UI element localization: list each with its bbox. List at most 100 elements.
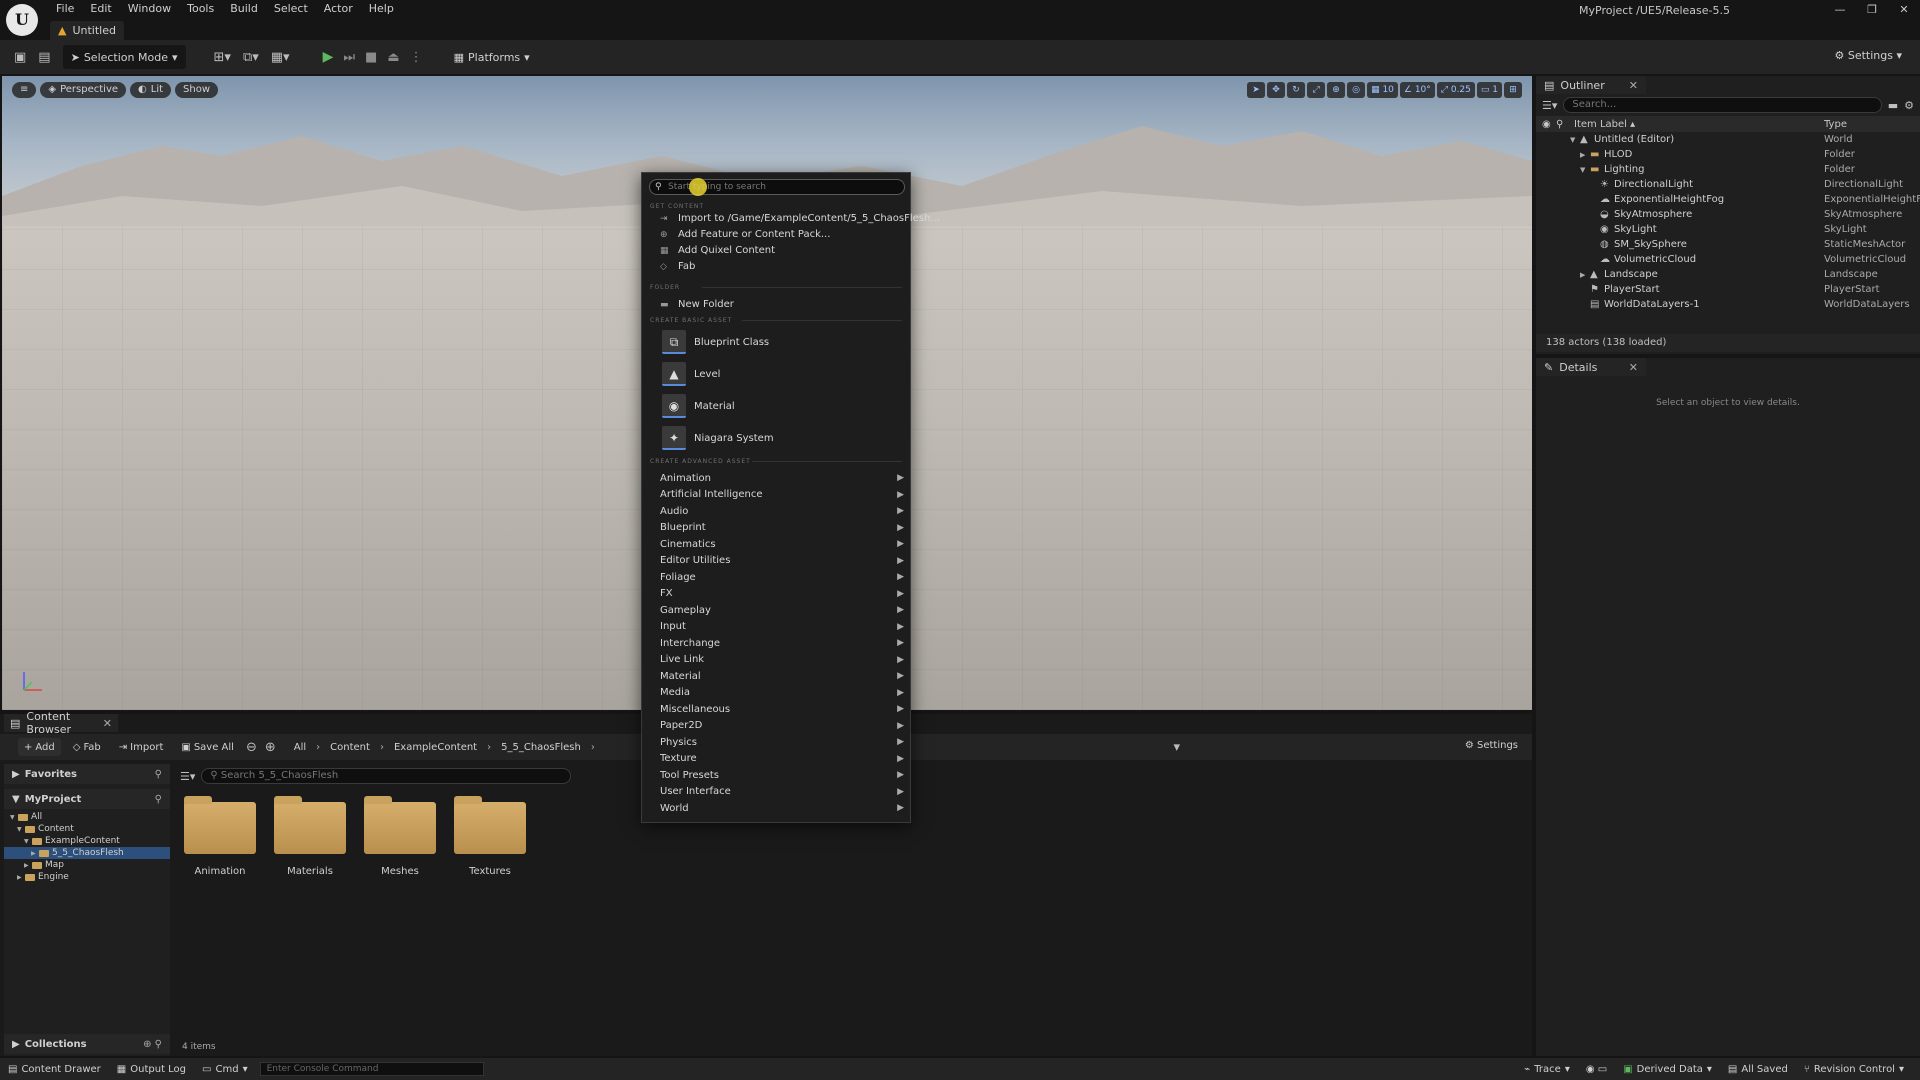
outliner-row[interactable]: ◉ SkyLight SkyLight xyxy=(1536,222,1920,237)
outliner-row[interactable]: ☀ DirectionalLight DirectionalLight xyxy=(1536,177,1920,192)
blueprint-icon[interactable]: ⧉▾ xyxy=(237,50,265,65)
save-icon[interactable]: ▣ xyxy=(8,50,32,65)
advanced-asset-category[interactable]: Editor Utilities ▶ xyxy=(660,553,904,569)
breadcrumb-item[interactable]: Content xyxy=(330,742,370,753)
translate-tool-icon[interactable]: ✥ xyxy=(1267,82,1286,98)
advanced-asset-category[interactable]: Cinematics ▶ xyxy=(660,536,904,552)
chevron-right-icon[interactable]: › xyxy=(316,742,320,753)
filter-icon[interactable]: ☰▾ xyxy=(180,770,195,783)
chevron-down-icon[interactable]: ▼ xyxy=(24,838,32,845)
chevron-right-icon[interactable]: ▶ xyxy=(24,862,32,869)
advanced-asset-category[interactable]: Miscellaneous ▶ xyxy=(660,701,904,717)
chevron-right-icon[interactable]: › xyxy=(487,742,491,753)
outliner-row[interactable]: ☁ ExponentialHeightFog ExponentialHeightFo… xyxy=(1536,192,1920,207)
history-forward-icon[interactable]: ⊕ xyxy=(263,740,278,755)
content-browser-settings-button[interactable]: ⚙ Settings xyxy=(1465,740,1518,751)
project-header[interactable]: ▼ MyProject ⚲ xyxy=(4,789,170,809)
advanced-asset-category[interactable]: Audio ▶ xyxy=(660,503,904,519)
filter-icon[interactable]: ☰▾ xyxy=(1542,99,1557,112)
chevron-down-icon[interactable]: ▼ xyxy=(1570,136,1580,144)
selection-mode-button[interactable]: ➤ Selection Mode ▾ xyxy=(62,45,186,69)
breadcrumb-item[interactable]: 5_5_ChaosFlesh xyxy=(501,742,581,753)
favorites-header[interactable]: ▶ Favorites ⚲ xyxy=(4,764,170,784)
rotation-snap-button[interactable]: ∠ 10° xyxy=(1399,82,1435,98)
menu-item-file[interactable]: File xyxy=(48,0,82,18)
advanced-asset-category[interactable]: Physics ▶ xyxy=(660,734,904,750)
get-content-item[interactable]: ▦ Add Quixel Content xyxy=(660,245,775,256)
close-icon[interactable]: ✕ xyxy=(103,717,112,730)
asset-search-input[interactable]: ⚲ Search 5_5_ChaosFlesh xyxy=(201,768,572,784)
folder-tile[interactable]: Textures xyxy=(452,796,528,877)
import-button[interactable]: ⇥ Import xyxy=(113,738,170,756)
basic-asset-item[interactable]: ▲ Level xyxy=(662,360,720,388)
content-browser-tab[interactable]: ▤ Content Browser ✕ xyxy=(4,710,118,736)
surface-snap-icon[interactable]: ◎ xyxy=(1347,82,1366,98)
step-icon[interactable]: ⏭ xyxy=(338,50,360,65)
tree-folder[interactable]: ▼ ExampleContent xyxy=(4,835,170,847)
maximize-viewport-icon[interactable]: ⊞ xyxy=(1504,82,1522,98)
details-tab[interactable]: ✎ Details ✕ xyxy=(1536,358,1646,376)
unreal-logo-icon[interactable]: U xyxy=(6,4,38,36)
outliner-row[interactable]: ⚑ PlayerStart PlayerStart xyxy=(1536,282,1920,297)
advanced-asset-category[interactable]: Input ▶ xyxy=(660,619,904,635)
all-saved-button[interactable]: ▤ All Saved xyxy=(1720,1064,1796,1075)
collections-header[interactable]: ▶ Collections ⊕ ⚲ xyxy=(4,1034,170,1054)
advanced-asset-category[interactable]: Texture ▶ xyxy=(660,751,904,767)
advanced-asset-category[interactable]: Gameplay ▶ xyxy=(660,602,904,618)
folder-tile[interactable]: Materials xyxy=(272,796,348,877)
lit-button[interactable]: ◐ Lit xyxy=(130,82,172,98)
chevron-down-icon[interactable]: ▾ xyxy=(1167,740,1186,755)
folder-tile[interactable]: Meshes xyxy=(362,796,438,877)
chevron-right-icon[interactable]: ▶ xyxy=(1580,271,1590,279)
console-input[interactable]: Enter Console Command xyxy=(259,1062,484,1076)
close-icon[interactable]: ✕ xyxy=(1629,361,1638,374)
menu-item-help[interactable]: Help xyxy=(361,0,402,18)
menu-item-edit[interactable]: Edit xyxy=(82,0,119,18)
fab-button[interactable]: ◇ Fab xyxy=(67,738,107,756)
content-drawer-button[interactable]: ▤ Content Drawer xyxy=(0,1064,109,1075)
more-icon[interactable]: ⋮ xyxy=(405,50,428,65)
advanced-asset-category[interactable]: Interchange ▶ xyxy=(660,635,904,651)
add-folder-icon[interactable]: ▬ xyxy=(1888,99,1898,112)
get-content-item[interactable]: ⊕ Add Feature or Content Pack... xyxy=(660,229,830,240)
search-icon[interactable]: ⚲ xyxy=(155,769,162,780)
basic-asset-item[interactable]: ⧉ Blueprint Class xyxy=(662,328,769,356)
search-icon[interactable]: ⚲ xyxy=(155,794,162,805)
advanced-asset-category[interactable]: Live Link ▶ xyxy=(660,652,904,668)
outliner-row[interactable]: ▶ ▬ HLOD Folder xyxy=(1536,147,1920,162)
play-icon[interactable]: ▶ xyxy=(318,49,339,65)
show-button[interactable]: Show xyxy=(175,82,219,98)
revision-control-button[interactable]: ⑂ Revision Control ▾ xyxy=(1796,1064,1912,1075)
column-item-label[interactable]: Item Label ▴ xyxy=(1570,119,1824,130)
camera-speed-button[interactable]: ▭ 1 xyxy=(1476,82,1502,98)
eject-icon[interactable]: ⏏ xyxy=(382,50,404,65)
chevron-down-icon[interactable]: ▼ xyxy=(1580,166,1590,174)
folder-tile[interactable]: Animation xyxy=(182,796,258,877)
advanced-asset-category[interactable]: Media ▶ xyxy=(660,685,904,701)
platforms-button[interactable]: ▦ Platforms ▾ xyxy=(446,45,538,69)
advanced-asset-category[interactable]: Artificial Intelligence ▶ xyxy=(660,487,904,503)
scale-tool-icon[interactable]: ⤢ xyxy=(1307,82,1326,98)
breadcrumb-item[interactable]: All xyxy=(294,742,306,753)
outliner-row[interactable]: ▼ ▬ Lighting Folder xyxy=(1536,162,1920,177)
tree-folder[interactable]: ▶ Map xyxy=(4,859,170,871)
menu-item-actor[interactable]: Actor xyxy=(316,0,361,18)
perspective-button[interactable]: ◈ Perspective xyxy=(40,82,127,98)
advanced-asset-category[interactable]: Animation ▶ xyxy=(660,470,904,486)
derived-data-button[interactable]: ▣ Derived Data ▾ xyxy=(1615,1064,1720,1075)
breadcrumb-item[interactable]: ExampleContent xyxy=(394,742,477,753)
get-content-item[interactable]: ◇ Fab xyxy=(660,261,695,272)
add-actor-icon[interactable]: ⊞▾ xyxy=(208,50,237,65)
basic-asset-item[interactable]: ✦ Niagara System xyxy=(662,424,774,452)
outliner-row[interactable]: ◍ SM_SkySphere StaticMeshActor xyxy=(1536,237,1920,252)
viewport-menu-button[interactable]: ≡ xyxy=(12,82,37,98)
outliner-row[interactable]: ▼ ▲ Untitled (Editor) World xyxy=(1536,132,1920,147)
restore-icon[interactable]: ❐ xyxy=(1856,0,1888,20)
add-collection-icon[interactable]: ⊕ ⚲ xyxy=(143,1039,162,1050)
record-icon[interactable]: ◉ ▭ xyxy=(1578,1064,1615,1075)
save-all-button[interactable]: ▣ Save All xyxy=(175,738,240,756)
outliner-row[interactable]: ◒ SkyAtmosphere SkyAtmosphere xyxy=(1536,207,1920,222)
new-folder-item[interactable]: ▬ New Folder xyxy=(660,299,734,310)
visibility-icon[interactable]: ◉ xyxy=(1542,119,1556,130)
chevron-right-icon[interactable]: ▶ xyxy=(17,874,25,881)
